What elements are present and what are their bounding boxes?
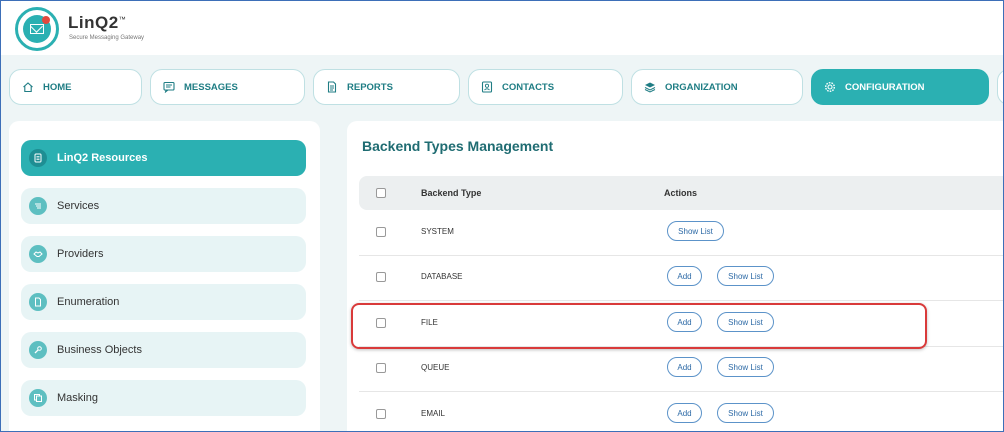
document-icon (326, 81, 338, 93)
sidebar: LinQ2 Resources Services Providers Enume… (9, 121, 320, 431)
main-panel: Backend Types Management Backend Type Ac… (347, 121, 1003, 431)
nav-label: MESSAGES (184, 81, 238, 93)
backend-type-cell: QUEUE (421, 363, 450, 372)
file-icon (29, 293, 47, 311)
sidebar-item-providers[interactable]: Providers (21, 236, 306, 272)
row-checkbox[interactable] (376, 272, 386, 282)
sidebar-item-label: Business Objects (57, 344, 142, 356)
backend-type-cell: DATABASE (421, 272, 463, 281)
sidebar-item-label: Services (57, 200, 100, 212)
nav-contacts[interactable]: CONTACTS (468, 69, 623, 105)
show-list-button[interactable]: Show List (667, 221, 724, 241)
backend-type-cell: EMAIL (421, 409, 446, 418)
nav-messages[interactable]: MESSAGES (150, 69, 305, 105)
nav-label: CONFIGURATION (845, 81, 925, 93)
sidebar-item-enumeration[interactable]: Enumeration (21, 284, 306, 320)
show-list-button[interactable]: Show List (717, 266, 774, 286)
sidebar-item-label: LinQ2 Resources (57, 152, 148, 164)
table-row: QUEUE Add Show List (359, 346, 1003, 392)
contact-card-icon (481, 81, 493, 93)
nav-label: ORGANIZATION (665, 81, 738, 93)
logo-icon (15, 7, 59, 51)
nav-more[interactable] (997, 69, 1003, 105)
row-checkbox[interactable] (376, 363, 386, 373)
add-button[interactable]: Add (667, 266, 702, 286)
nav-label: CONTACTS (502, 81, 555, 93)
nav-reports[interactable]: REPORTS (313, 69, 460, 105)
row-checkbox[interactable] (376, 409, 386, 419)
sidebar-item-masking[interactable]: Masking (21, 380, 306, 416)
brand-name: LinQ2™ (68, 13, 127, 32)
nav-configuration[interactable]: CONFIGURATION (811, 69, 989, 105)
add-button[interactable]: Add (667, 357, 702, 377)
nav-home[interactable]: HOME (9, 69, 142, 105)
nav-organization[interactable]: ORGANIZATION (631, 69, 803, 105)
handshake-icon (29, 245, 47, 263)
wrench-icon (29, 341, 47, 359)
gear-icon (824, 81, 836, 93)
highlight-box (351, 303, 927, 349)
sidebar-item-services[interactable]: Services (21, 188, 306, 224)
layers-icon (644, 81, 656, 93)
copy-icon (29, 389, 47, 407)
page-title: Backend Types Management (362, 138, 554, 154)
sidebar-item-label: Enumeration (57, 296, 120, 308)
show-list-button[interactable]: Show List (717, 357, 774, 377)
row-checkbox[interactable] (376, 227, 386, 237)
table-row: EMAIL Add Show List (359, 392, 1003, 431)
top-bar: LinQ2™ Secure Messaging Gateway (1, 1, 1003, 55)
brand-tagline: Secure Messaging Gateway (69, 35, 145, 41)
select-all-checkbox[interactable] (376, 188, 386, 198)
list-icon (29, 149, 47, 167)
nav-label: REPORTS (347, 81, 393, 93)
sidebar-item-linq2-resources[interactable]: LinQ2 Resources (21, 140, 306, 176)
column-header-actions: Actions (664, 188, 698, 198)
show-list-button[interactable]: Show List (717, 403, 774, 423)
table-row: SYSTEM Show List (359, 210, 1003, 256)
sidebar-item-label: Providers (57, 248, 104, 260)
message-icon (163, 81, 175, 93)
filter-list-icon (29, 197, 47, 215)
add-button[interactable]: Add (667, 403, 702, 423)
table-row: DATABASE Add Show List (359, 255, 1003, 301)
sidebar-item-business-objects[interactable]: Business Objects (21, 332, 306, 368)
app-window: LinQ2™ Secure Messaging Gateway HOME MES… (0, 0, 1004, 432)
nav-label: HOME (43, 81, 72, 93)
table-header: Backend Type Actions (359, 176, 1003, 210)
home-icon (22, 81, 34, 93)
sidebar-item-label: Masking (57, 392, 98, 404)
main-nav: HOME MESSAGES REPORTS CONTACTS ORGANIZAT… (1, 63, 1003, 113)
backend-type-cell: SYSTEM (421, 227, 454, 236)
column-header-backend-type: Backend Type (421, 188, 482, 198)
